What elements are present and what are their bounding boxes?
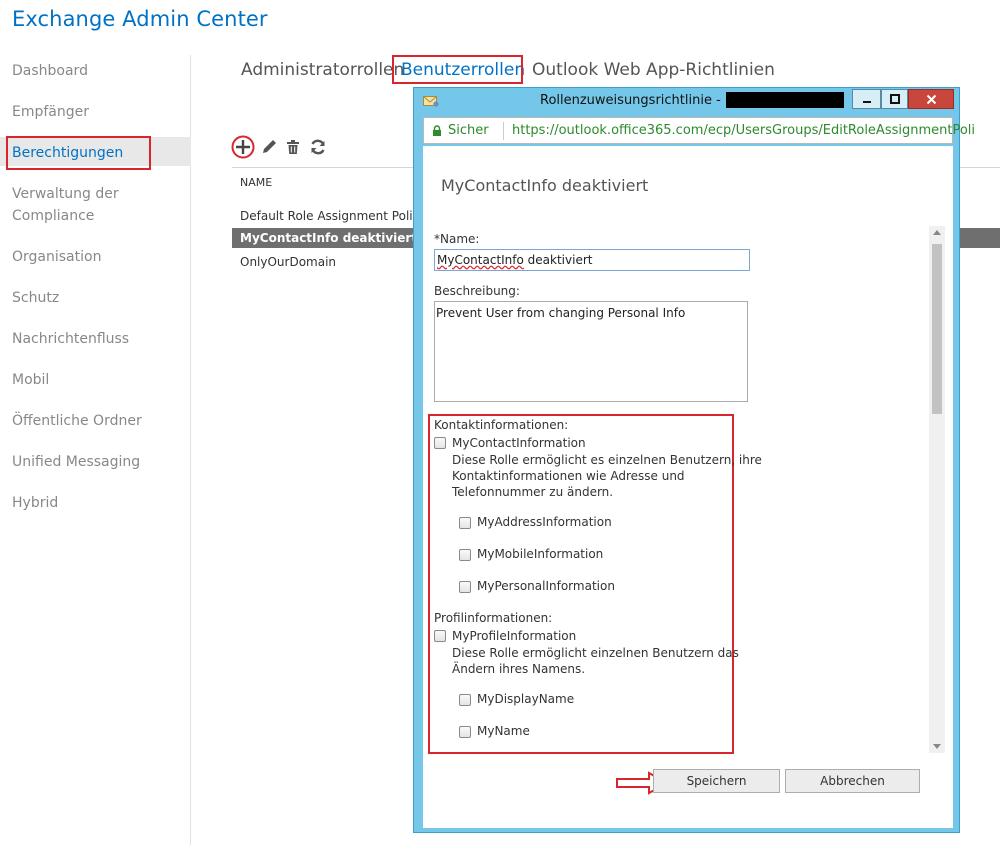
checkbox-mycontactinformation[interactable]: [434, 437, 446, 449]
sidebar-item-organisation[interactable]: Organisation: [0, 246, 191, 268]
contact-desc-line: Diese Rolle ermöglicht es einzelnen Benu…: [452, 453, 762, 467]
maximize-icon: [889, 94, 900, 104]
profile-desc-line: Diese Rolle ermöglicht einzelnen Benutze…: [452, 646, 739, 660]
sidebar-item-hybrid[interactable]: Hybrid: [0, 492, 191, 514]
highlight-box-berechtigungen: [6, 136, 151, 170]
contact-heading: Kontaktinformationen:: [434, 418, 569, 432]
sidebar-item-schutz[interactable]: Schutz: [0, 287, 191, 309]
sidebar-item-nachrichtenfluss[interactable]: Nachrichtenfluss: [0, 328, 191, 350]
sidebar-item-dashboard[interactable]: Dashboard: [0, 60, 191, 82]
minimize-icon: [862, 101, 871, 103]
name-label: *Name:: [434, 232, 480, 246]
role-mypersonalinformation: MyPersonalInformation: [477, 579, 615, 593]
profile-heading: Profilinformationen:: [434, 611, 553, 625]
role-mydisplayname: MyDisplayName: [477, 692, 575, 706]
scrollbar-thumb[interactable]: [932, 244, 942, 414]
name-value-rest: deaktiviert: [523, 253, 593, 267]
sidebar: Dashboard Empfänger Berechtigungen Verwa…: [0, 55, 191, 845]
tab-administratorrollen[interactable]: Administratorrollen: [241, 58, 404, 82]
contact-desc-line: Telefonnummer zu ändern.: [452, 485, 614, 499]
checkbox-mypersonalinformation[interactable]: [459, 581, 471, 593]
refresh-button[interactable]: [306, 134, 330, 160]
checkbox-mydisplayname[interactable]: [459, 694, 471, 706]
role-myname: MyName: [477, 724, 530, 738]
profile-description: Diese Rolle ermöglicht einzelnen Benutze…: [452, 645, 739, 677]
add-button[interactable]: [231, 134, 255, 160]
role-myprofileinformation: MyProfileInformation: [452, 629, 577, 643]
tab-owa-richtlinien[interactable]: Outlook Web App-Richtlinien: [532, 58, 775, 82]
mail-window-icon: [423, 96, 439, 107]
url-text[interactable]: https://outlook.office365.com/ecp/UsersG…: [512, 123, 975, 138]
name-input[interactable]: MyContactInfo deaktiviert: [434, 249, 750, 271]
secure-label: Sicher: [448, 123, 489, 138]
dialog-content: MyContactInfo deaktiviert *Name: MyConta…: [423, 146, 953, 828]
contact-desc-line: Kontaktinformationen wie Adresse und: [452, 469, 685, 483]
dialog-titlebar[interactable]: Rollenzuweisungsrichtlinie -: [414, 88, 959, 115]
add-icon: [231, 135, 255, 159]
dialog-window-title: Rollenzuweisungsrichtlinie -: [540, 93, 721, 108]
sidebar-item-empfaenger[interactable]: Empfänger: [0, 101, 191, 123]
role-myaddressinformation: MyAddressInformation: [477, 515, 612, 529]
checkbox-myprofileinformation[interactable]: [434, 630, 446, 642]
sidebar-item-mobil[interactable]: Mobil: [0, 369, 191, 391]
save-button[interactable]: Speichern: [653, 769, 780, 793]
address-bar[interactable]: Sicher https://outlook.office365.com/ecp…: [423, 117, 975, 144]
close-button[interactable]: [908, 89, 954, 109]
refresh-icon: [311, 139, 325, 155]
vertical-scrollbar[interactable]: [929, 226, 945, 753]
description-label: Beschreibung:: [434, 284, 520, 298]
form-title: MyContactInfo deaktiviert: [441, 176, 649, 195]
redacted-bar: [726, 92, 844, 108]
address-separator: [503, 122, 504, 140]
checkbox-mymobileinformation[interactable]: [459, 549, 471, 561]
role-mymobileinformation: MyMobileInformation: [477, 547, 604, 561]
edit-icon: [263, 140, 276, 153]
app-title: Exchange Admin Center: [12, 7, 268, 31]
scroll-up-arrow-icon[interactable]: [933, 230, 941, 235]
profile-desc-line: Ändern ihres Namens.: [452, 662, 586, 676]
lock-icon: [433, 125, 441, 136]
scroll-down-arrow-icon[interactable]: [933, 744, 941, 749]
close-icon: [926, 94, 936, 104]
minimize-button[interactable]: [852, 89, 881, 109]
checkbox-myname[interactable]: [459, 726, 471, 738]
delete-icon: [287, 140, 299, 154]
sidebar-item-unified-messaging[interactable]: Unified Messaging: [0, 451, 191, 473]
cancel-button[interactable]: Abbrechen: [785, 769, 920, 793]
delete-button[interactable]: [281, 134, 305, 160]
sidebar-item-oeffentliche-ordner[interactable]: Öffentliche Ordner: [0, 410, 191, 432]
sidebar-item-compliance[interactable]: Verwaltung der Compliance: [0, 183, 130, 227]
checkbox-myaddressinformation[interactable]: [459, 517, 471, 529]
name-value-misspelled: MyContactInfo: [437, 253, 524, 267]
role-mycontactinformation: MyContactInformation: [452, 436, 586, 450]
description-textarea[interactable]: Prevent User from changing Personal Info: [434, 301, 748, 402]
contact-description: Diese Rolle ermöglicht es einzelnen Benu…: [452, 452, 762, 500]
highlight-box-benutzerrollen: [392, 55, 523, 84]
edit-button[interactable]: [257, 134, 281, 160]
role-assignment-dialog: Rollenzuweisungsrichtlinie - Sicher http…: [413, 87, 975, 833]
maximize-button[interactable]: [881, 89, 908, 109]
